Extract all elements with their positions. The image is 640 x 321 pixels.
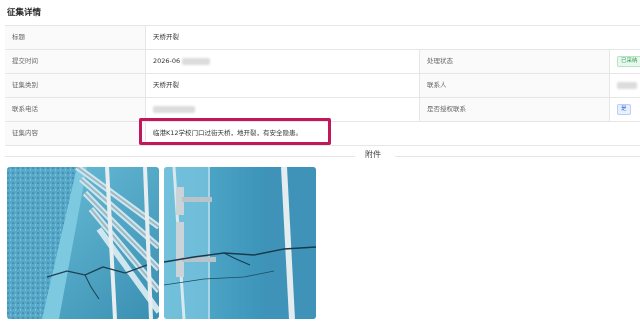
phone-label: 联系电话 <box>5 98 145 121</box>
contact-cell <box>609 74 640 97</box>
title-value: 天桥开裂 <box>145 26 640 49</box>
authorize-label: 是否授权联系 <box>419 98 609 121</box>
submit-time-label: 提交时间 <box>5 50 145 73</box>
divider-right <box>395 156 640 157</box>
content-highlight-box <box>139 118 331 145</box>
watermark: 官人宣实 <box>574 301 634 317</box>
authorize-cell: 是 <box>609 98 640 121</box>
attachment-photo-2[interactable] <box>164 167 316 319</box>
contact-label: 联系人 <box>419 74 609 97</box>
divider-left <box>5 156 355 157</box>
attachment-photo-1[interactable] <box>7 167 159 319</box>
status-badge: 已采纳 <box>617 55 640 67</box>
content-label: 征集内容 <box>5 122 145 145</box>
category-value: 天桥开裂 <box>145 74 419 97</box>
bridge-crack-image-1 <box>7 167 159 319</box>
table-row: 标题 天桥开裂 <box>5 26 640 50</box>
redacted-contact <box>617 81 637 89</box>
submit-time-value: 2026-06 <box>153 57 181 65</box>
attachments-label: 附件 <box>365 150 381 159</box>
table-row: 征集类别 天桥开裂 联系人 <box>5 74 640 98</box>
authorize-badge: 是 <box>617 103 631 115</box>
status-label: 处理状态 <box>419 50 609 73</box>
bridge-crack-image-2 <box>164 167 316 319</box>
table-row: 提交时间 2026-06 处理状态 已采纳 <box>5 50 640 74</box>
redacted-phone <box>153 105 195 113</box>
attachments-divider: 附件 <box>5 149 640 163</box>
status-cell: 已采纳 <box>609 50 640 73</box>
redacted-time <box>182 57 211 65</box>
submit-time-cell: 2026-06 <box>145 50 419 73</box>
category-label: 征集类别 <box>5 74 145 97</box>
title-label: 标题 <box>5 26 145 49</box>
page-title: 征集详情 <box>7 8 42 18</box>
